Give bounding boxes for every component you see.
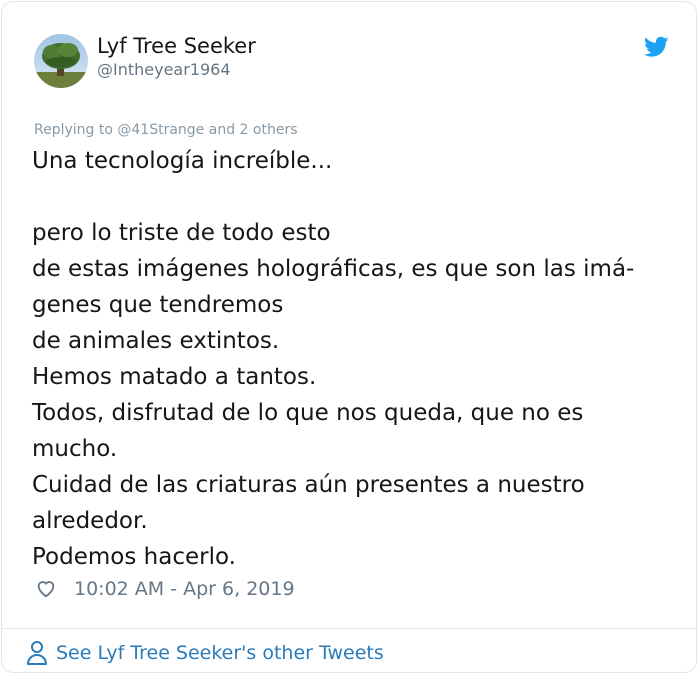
tweet-line: de estas imágenes holográficas, es que s… [32,256,635,282]
tweet-line: de animales extintos. [32,328,280,354]
tree-avatar-image [34,34,88,88]
twitter-bird-icon[interactable] [644,36,669,58]
tweet-line: Hemos matado a tantos. [32,364,317,390]
footer-divider [2,628,698,629]
tweet-line: Una tecnología increíble... [32,148,333,174]
person-icon [27,641,47,665]
avatar[interactable] [34,34,88,88]
tweet-line: pero lo triste de todo esto [32,220,331,246]
tweet-line: Podemos hacerlo. [32,544,236,570]
tweet-card: Lyf Tree Seeker @Intheyear1964 Replying … [1,1,698,673]
author-handle[interactable]: @Intheyear1964 [97,60,231,79]
replying-mention[interactable]: @41Strange [117,122,204,138]
tweet-line: mucho. [32,436,118,462]
tweet-text: Una tecnología increíble... pero lo tris… [32,143,672,575]
tweet-line: alrededor. [32,508,148,534]
heart-icon[interactable] [35,577,57,599]
tweet-timestamp[interactable]: 10:02 AM - Apr 6, 2019 [74,578,295,600]
see-other-tweets-link[interactable]: See Lyf Tree Seeker's other Tweets [26,640,384,666]
replying-suffix[interactable]: and 2 others [209,122,298,138]
author-display-name[interactable]: Lyf Tree Seeker [97,34,256,58]
replying-to: Replying to @41Strange and 2 others [34,122,298,138]
tweet-line: Todos, disfrutad de lo que nos queda, qu… [32,400,584,426]
replying-prefix: Replying to [34,122,113,138]
tweet-line: Cuidad de las criaturas aún presentes a … [32,472,585,498]
see-other-tweets-label[interactable]: See Lyf Tree Seeker's other Tweets [56,642,384,664]
tweet-line: genes que tendremos [32,292,284,318]
